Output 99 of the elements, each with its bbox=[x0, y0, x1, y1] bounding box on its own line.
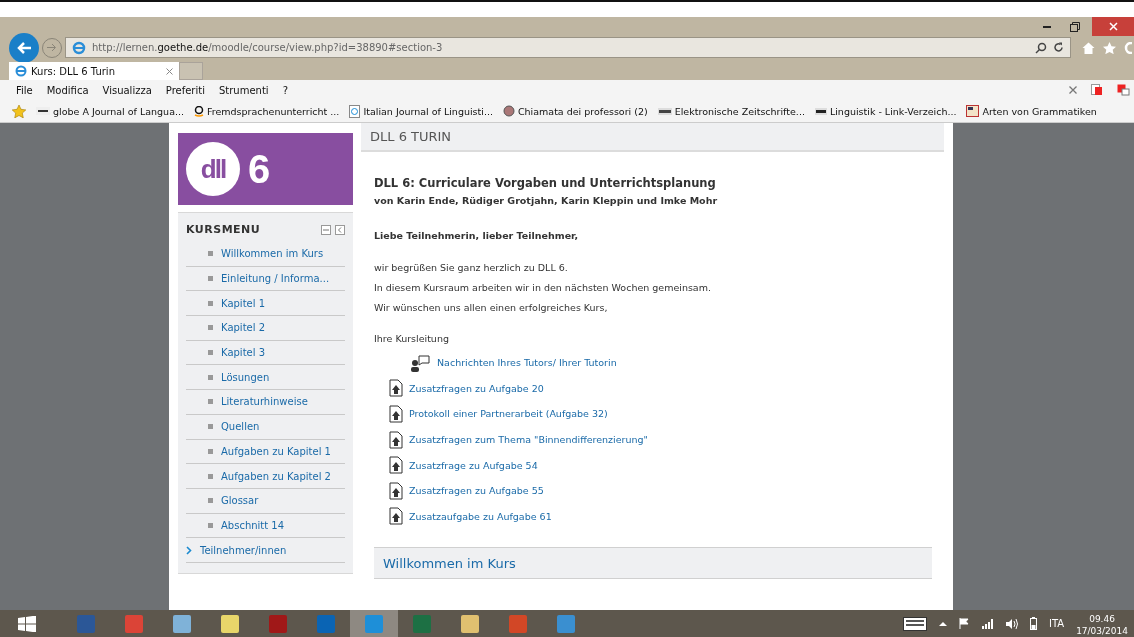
resource-link[interactable]: Protokoll einer Partnerarbeit (Aufgabe 32) bbox=[409, 408, 608, 420]
bookmark-link[interactable]: Arten von Grammatiken bbox=[982, 105, 1097, 117]
bullet-icon bbox=[208, 448, 213, 454]
menu-item[interactable]: Strumenti bbox=[218, 84, 269, 96]
back-button[interactable] bbox=[9, 32, 39, 63]
pdf-icon[interactable] bbox=[1091, 84, 1103, 96]
speaker-icon[interactable] bbox=[1006, 618, 1018, 629]
bookmark-link[interactable]: Fremdsprachenunterricht ... bbox=[207, 105, 340, 117]
menu-link[interactable]: Teilnehmer/innen bbox=[200, 544, 287, 556]
pdf-mail-icon[interactable] bbox=[1117, 84, 1130, 96]
menu-link[interactable]: Einleitung / Informa... bbox=[221, 273, 330, 285]
bullet-icon bbox=[208, 374, 213, 380]
search-icon[interactable] bbox=[1035, 41, 1047, 54]
bullet-icon bbox=[208, 325, 213, 331]
minimize-icon bbox=[1043, 25, 1051, 28]
language-indicator[interactable]: ITA bbox=[1049, 618, 1065, 629]
favorites-star-icon[interactable] bbox=[12, 104, 26, 118]
resource-link[interactable]: Nachrichten Ihres Tutors/ Ihrer Tutorin bbox=[437, 357, 617, 369]
collapse-icon[interactable] bbox=[321, 224, 331, 235]
bullet-icon bbox=[208, 399, 213, 405]
keyboard-icon[interactable] bbox=[903, 616, 927, 631]
welcome-text: In diesem Kursraum arbeiten wir in den nächsten Wochen gemeinsam. bbox=[374, 280, 712, 295]
star-icon[interactable] bbox=[1103, 41, 1116, 54]
bookmark-link[interactable]: Chiamata dei professori (2) bbox=[517, 105, 648, 117]
arrow-left-icon bbox=[16, 40, 32, 55]
menu-link[interactable]: Aufgaben zu Kapitel 1 bbox=[221, 445, 331, 457]
battery-icon[interactable] bbox=[1030, 617, 1037, 630]
menu-item[interactable]: Visualizza bbox=[102, 84, 152, 96]
address-bar[interactable]: http://lernen.goethe.de/moodle/course/view.php?id=38890#section-3 bbox=[65, 37, 1071, 58]
resource-link[interactable]: Zusatzaufgabe zu Aufgabe 61 bbox=[409, 510, 552, 522]
file-upload-icon bbox=[389, 405, 403, 423]
bullet-icon bbox=[208, 350, 213, 356]
menu-link[interactable]: Abschnitt 14 bbox=[221, 519, 285, 531]
menu-item[interactable]: Modifica bbox=[46, 84, 89, 96]
browser-logo-icon bbox=[72, 40, 86, 55]
menu-link[interactable]: Kapitel 2 bbox=[221, 322, 266, 334]
signature-text: Ihre Kursleitung bbox=[374, 333, 450, 344]
menu-link[interactable]: Kapitel 1 bbox=[221, 297, 266, 309]
windows-start-icon[interactable] bbox=[18, 615, 36, 632]
close-icon[interactable] bbox=[1069, 86, 1077, 94]
arrow-right-icon bbox=[47, 43, 57, 52]
menu-link[interactable]: Kapitel 3 bbox=[221, 347, 266, 359]
close-icon bbox=[1108, 22, 1118, 31]
course-title: DLL 6: Curriculare Vorgaben und Unterrichtsplanung bbox=[374, 176, 717, 190]
file-upload-icon bbox=[389, 379, 403, 398]
menu-link[interactable]: Lösungen bbox=[221, 371, 270, 383]
menu-link[interactable]: Glossar bbox=[221, 495, 259, 507]
dock-icon[interactable] bbox=[335, 224, 345, 235]
bookmark-link[interactable]: Italian Journal of Linguisti... bbox=[363, 105, 493, 117]
refresh-icon[interactable] bbox=[1053, 42, 1064, 53]
menu-item[interactable]: ? bbox=[282, 84, 288, 96]
file-upload-icon bbox=[389, 481, 403, 500]
browser-tab[interactable]: Kurs: DLL 6 Turin bbox=[9, 62, 179, 80]
logo-mark: dll bbox=[186, 142, 240, 196]
bookmark-link[interactable]: Linguistik - Link-Verzeich... bbox=[829, 105, 957, 117]
file-upload-icon bbox=[389, 507, 403, 526]
welcome-text: Wir wünschen uns allen einen erfolgreiches Kurs, bbox=[374, 300, 609, 315]
forum-icon bbox=[411, 353, 431, 372]
menu-link[interactable]: Quellen bbox=[221, 421, 260, 433]
file-upload-icon bbox=[389, 430, 403, 449]
resource-link[interactable]: Zusatzfragen zu Aufgabe 55 bbox=[409, 485, 544, 497]
page-icon bbox=[349, 104, 361, 118]
caret-icon[interactable] bbox=[939, 621, 947, 626]
close-button[interactable] bbox=[1092, 17, 1134, 36]
bullet-icon bbox=[208, 522, 213, 528]
flag-icon[interactable] bbox=[959, 618, 970, 629]
bullet-icon bbox=[208, 251, 213, 257]
amazon-logo-icon bbox=[194, 105, 204, 117]
bookmark-link[interactable]: globe A Journal of Langua... bbox=[53, 105, 184, 117]
section-header: Willkommen im Kurs bbox=[374, 547, 932, 580]
bookmark-link[interactable]: Elektronische Zeitschrifte... bbox=[674, 105, 805, 117]
resource-link[interactable]: Zusatzfragen zu Aufgabe 20 bbox=[409, 382, 544, 394]
bullet-icon bbox=[208, 473, 213, 479]
restore-icon bbox=[1070, 21, 1080, 32]
chevron-icon[interactable] bbox=[186, 545, 192, 555]
browser-logo-icon bbox=[15, 65, 27, 77]
bullet-icon bbox=[208, 424, 213, 430]
resource-link[interactable]: Zusatzfrage zu Aufgabe 54 bbox=[409, 459, 538, 471]
menu-link[interactable]: Willkommen im Kurs bbox=[221, 248, 324, 260]
image-icon bbox=[966, 105, 980, 117]
menu-link[interactable]: Aufgaben zu Kapitel 2 bbox=[221, 470, 331, 482]
logo-number: 6 bbox=[248, 146, 271, 192]
resource-link[interactable]: Zusatzfragen zum Thema "Binnendifferenzierung" bbox=[409, 434, 648, 446]
bullet-icon bbox=[208, 300, 213, 306]
home-icon[interactable] bbox=[1082, 41, 1095, 54]
bullet-icon bbox=[208, 498, 213, 504]
menu-link[interactable]: Literaturhinweise bbox=[221, 396, 308, 408]
file-upload-icon bbox=[389, 456, 403, 475]
clock[interactable]: 09.46 17/03/2014 bbox=[1076, 610, 1128, 637]
menu-item[interactable]: File bbox=[16, 84, 33, 96]
menu-item[interactable]: Preferiti bbox=[165, 84, 205, 96]
welcome-text: wir begrüßen Sie ganz herzlich zu DLL 6. bbox=[374, 260, 569, 275]
authors-text: von Karin Ende, Rüdiger Grotjahn, Karin Kleppin und Imke Mohr bbox=[374, 195, 719, 206]
greeting-text: Liebe Teilnehmerin, lieber Teilnehmer, bbox=[374, 230, 579, 241]
course-header: DLL 6 TURIN bbox=[361, 123, 944, 152]
bullet-icon bbox=[208, 276, 213, 282]
menu-title: KURSMENU bbox=[186, 223, 261, 236]
close-icon[interactable] bbox=[166, 67, 173, 75]
signal-icon[interactable] bbox=[982, 618, 994, 629]
